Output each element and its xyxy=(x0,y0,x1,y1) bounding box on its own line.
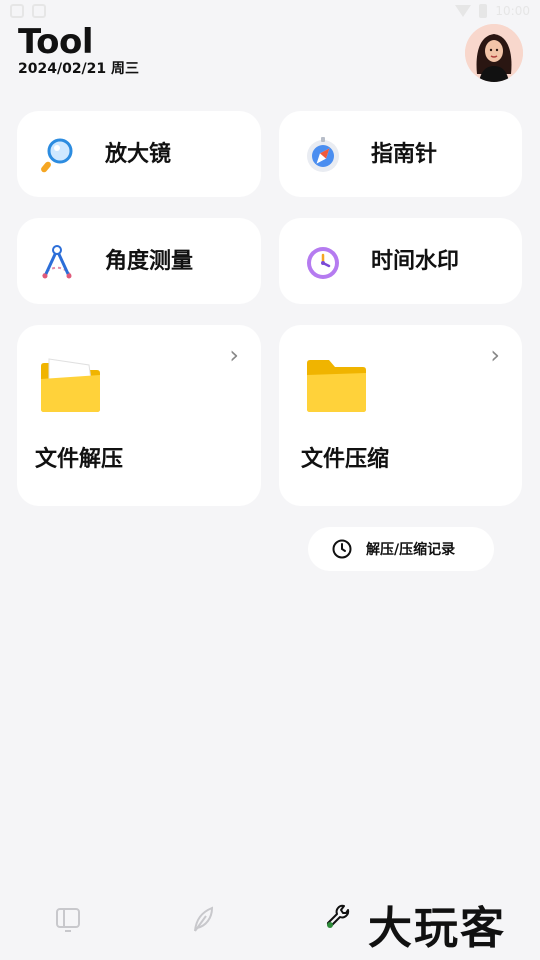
status-left xyxy=(10,4,46,18)
battery-icon xyxy=(479,4,488,18)
tool-label: 角度测量 xyxy=(105,249,194,274)
feather-icon[interactable] xyxy=(188,904,218,934)
page-title: Tool xyxy=(18,22,94,62)
tool-card-angle[interactable]: 角度测量 xyxy=(17,218,261,304)
chevron-right-icon: › xyxy=(229,341,239,369)
tool-card-time-watermark[interactable]: 时间水印 xyxy=(279,218,522,304)
tool-label: 放大镜 xyxy=(105,142,172,167)
folder-icon xyxy=(307,360,366,412)
tool-card-magnifier[interactable]: 放大镜 xyxy=(17,111,261,197)
tool-label: 时间水印 xyxy=(371,249,460,274)
avatar-portrait-icon xyxy=(465,24,523,82)
status-time: 10:00 xyxy=(495,4,530,18)
chevron-right-icon: › xyxy=(490,341,500,369)
tool-card-compass[interactable]: 指南针 xyxy=(279,111,522,197)
avatar[interactable] xyxy=(465,24,523,82)
status-bar: 10:00 xyxy=(0,0,540,24)
archive-card-decompress[interactable]: › 文件解压 xyxy=(17,325,261,506)
history-label: 解压/压缩记录 xyxy=(366,542,456,558)
compass-icon xyxy=(307,137,339,172)
page-date: 2024/02/21 周三 xyxy=(18,61,140,77)
archive-label: 文件解压 xyxy=(35,447,124,472)
magnifier-icon xyxy=(41,138,73,173)
wifi-icon xyxy=(455,5,472,17)
history-button[interactable]: 解压/压缩记录 xyxy=(308,527,494,571)
archive-card-compress[interactable]: › 文件压缩 xyxy=(279,325,522,506)
protractor-icon xyxy=(42,245,72,279)
clock-icon xyxy=(332,539,352,559)
book-icon[interactable] xyxy=(53,904,83,934)
notification-icon xyxy=(10,4,24,18)
status-right: 10:00 xyxy=(455,4,530,18)
clock-watermark-icon xyxy=(307,247,339,279)
wrench-icon[interactable] xyxy=(323,904,353,934)
notification-icon-2 xyxy=(32,4,46,18)
archive-label: 文件压缩 xyxy=(301,447,390,472)
tool-label: 指南针 xyxy=(371,142,438,167)
watermark: 大玩客 xyxy=(368,903,506,954)
folder-open-icon xyxy=(41,358,100,412)
